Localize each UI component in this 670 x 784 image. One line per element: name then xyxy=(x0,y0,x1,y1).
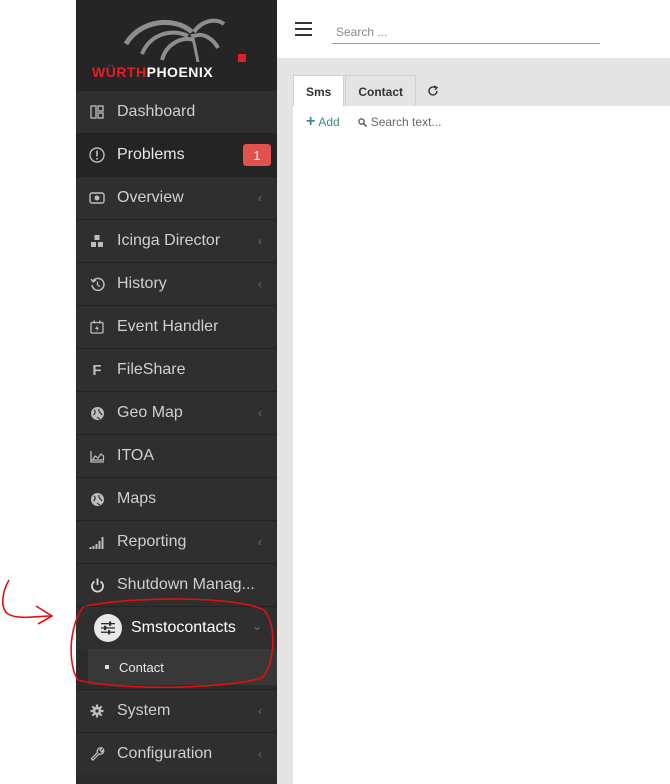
wrench-icon xyxy=(89,746,105,762)
sidebar-item-reporting[interactable]: Reporting ‹ xyxy=(76,520,277,563)
sidebar: WÜRTHPHOENIX Dashboard Problems 1 Overvi… xyxy=(76,0,277,784)
bullet-icon xyxy=(105,665,109,669)
sliders-icon xyxy=(94,614,122,642)
chevron-left-icon: ‹ xyxy=(258,747,262,761)
cubes-icon xyxy=(89,233,105,249)
chevron-left-icon: ‹ xyxy=(258,704,262,718)
sidebar-item-label: ITOA xyxy=(117,447,155,464)
history-icon xyxy=(89,276,105,292)
sidebar-subitem-label: Contact xyxy=(119,659,164,675)
tab-bar: Sms Contact xyxy=(293,75,450,107)
tab-sms[interactable]: Sms xyxy=(293,75,345,107)
logo-mark-icon xyxy=(238,54,246,62)
refresh-icon xyxy=(428,84,439,96)
brand-white: PHOENIX xyxy=(146,64,214,80)
sidebar-item-label: Shutdown Manag... xyxy=(117,576,255,593)
sidebar-item-label: Geo Map xyxy=(117,404,183,421)
filter-search-input[interactable] xyxy=(366,115,491,129)
chevron-left-icon: ‹ xyxy=(258,234,262,248)
sidebar-item-shutdown-manager[interactable]: Shutdown Manag... xyxy=(76,563,277,606)
sidebar-item-label: Problems xyxy=(117,146,185,163)
hamburger-menu-icon[interactable] xyxy=(295,22,312,36)
sidebar-item-label: Event Handler xyxy=(117,318,219,335)
sidebar-item-label: Smstocontacts xyxy=(131,619,236,636)
sidebar-item-label: Reporting xyxy=(117,533,187,550)
problems-count-badge: 1 xyxy=(243,144,271,166)
content-panel: + Add xyxy=(293,106,670,784)
sidebar-item-label: System xyxy=(117,702,171,719)
sidebar-item-label: Dashboard xyxy=(117,103,196,120)
sidebar-item-system[interactable]: System ‹ xyxy=(76,689,277,732)
sidebar-item-problems[interactable]: Problems 1 xyxy=(76,133,277,176)
main-content: Sms Contact + Add xyxy=(277,59,670,784)
plus-icon: + xyxy=(306,113,316,130)
chevron-left-icon: ‹ xyxy=(258,535,262,549)
sidebar-item-label: History xyxy=(117,275,167,292)
signal-icon xyxy=(89,534,105,550)
sidebar-item-label: Overview xyxy=(117,189,184,206)
sidebar-item-label: FileShare xyxy=(117,361,186,378)
alert-circle-icon xyxy=(89,147,105,163)
sidebar-subitem-contact[interactable]: Contact xyxy=(88,649,277,685)
brand-name: WÜRTHPHOENIX xyxy=(92,64,213,80)
dashboard-icon xyxy=(89,104,105,120)
globe-icon xyxy=(89,491,105,507)
fileshare-icon: F xyxy=(92,361,102,379)
toolbar: + Add xyxy=(306,113,491,130)
sidebar-item-event-handler[interactable]: Event Handler xyxy=(76,305,277,348)
event-handler-icon xyxy=(89,319,105,335)
sidebar-item-dashboard[interactable]: Dashboard xyxy=(76,90,277,133)
sidebar-item-label: Configuration xyxy=(117,745,213,762)
chevron-left-icon: ‹ xyxy=(258,277,262,291)
gear-icon xyxy=(89,703,105,719)
refresh-tab[interactable] xyxy=(417,75,449,106)
filter-search xyxy=(358,115,491,129)
search-icon xyxy=(358,117,367,127)
sidebar-item-geo-map[interactable]: Geo Map ‹ xyxy=(76,391,277,434)
chart-area-icon xyxy=(89,448,105,464)
eye-icon xyxy=(89,190,105,206)
sidebar-item-label: Maps xyxy=(117,490,157,507)
power-icon xyxy=(89,577,105,593)
logo[interactable]: WÜRTHPHOENIX xyxy=(76,0,277,90)
brand-red: WÜRTH xyxy=(92,64,147,80)
chevron-left-icon: ‹ xyxy=(258,406,262,420)
sidebar-item-fileshare[interactable]: F FileShare xyxy=(76,348,277,391)
sidebar-item-configuration[interactable]: Configuration ‹ xyxy=(76,732,277,775)
sidebar-item-smstocontacts[interactable]: Smstocontacts ⌄ xyxy=(76,606,277,649)
palm-logo-icon xyxy=(123,18,226,62)
add-button[interactable]: + Add xyxy=(306,113,340,130)
top-bar xyxy=(277,0,670,59)
sidebar-item-overview[interactable]: Overview ‹ xyxy=(76,176,277,219)
sidebar-item-history[interactable]: History ‹ xyxy=(76,262,277,305)
chevron-left-icon: ‹ xyxy=(258,191,262,205)
sidebar-item-icinga-director[interactable]: Icinga Director ‹ xyxy=(76,219,277,262)
search-input[interactable] xyxy=(332,21,600,44)
add-label: Add xyxy=(318,115,340,129)
nav-menu: Dashboard Problems 1 Overview ‹ Icinga D… xyxy=(76,90,277,775)
tab-contact[interactable]: Contact xyxy=(345,75,417,107)
chevron-down-icon: ⌄ xyxy=(251,619,262,633)
globe-icon xyxy=(89,405,105,421)
sidebar-item-itoa[interactable]: ITOA xyxy=(76,434,277,477)
sidebar-item-maps[interactable]: Maps xyxy=(76,477,277,520)
annotation-arrow xyxy=(2,579,54,625)
sidebar-item-label: Icinga Director xyxy=(117,232,221,249)
